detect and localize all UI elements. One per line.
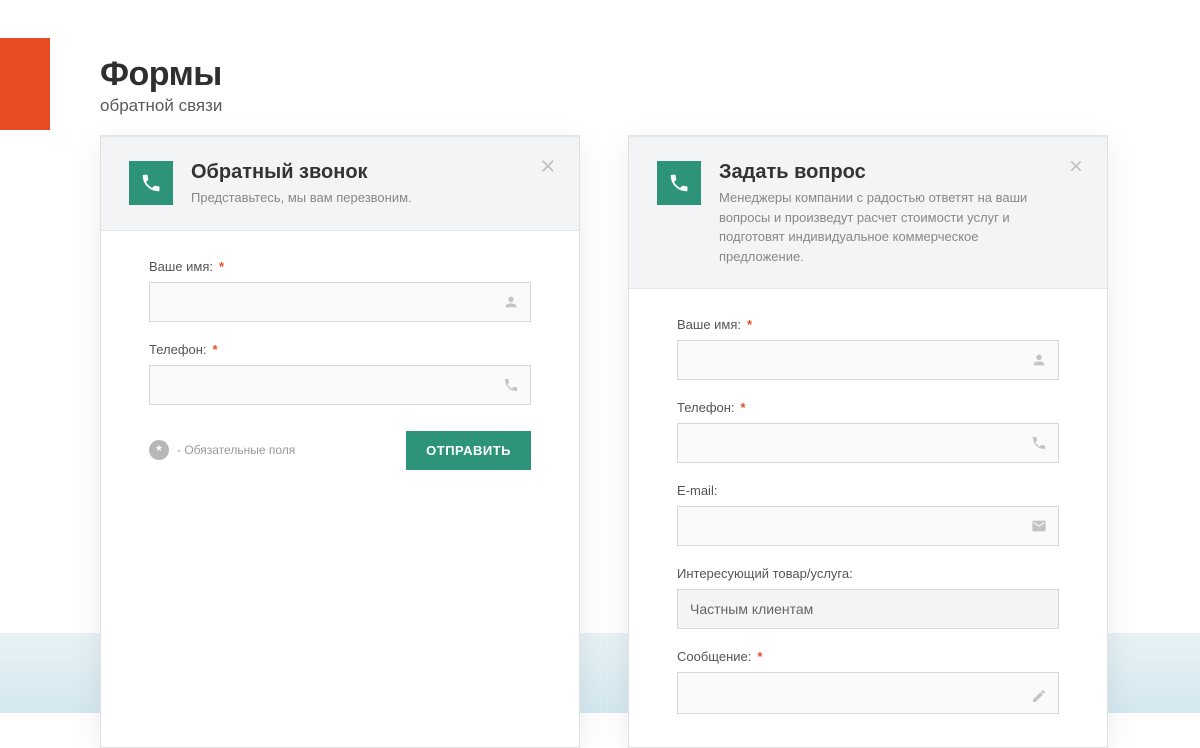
- close-button[interactable]: [539, 157, 559, 177]
- close-icon: [1067, 157, 1085, 175]
- message-field: Сообщение: *: [677, 649, 1059, 719]
- callback-header: Обратный звонок Представьтесь, мы вам пе…: [101, 137, 579, 231]
- message-label: Сообщение:: [677, 649, 751, 664]
- required-note-text: - Обязательные поля: [177, 443, 295, 457]
- phone-label: Телефон:: [149, 342, 207, 357]
- name-label: Ваше имя:: [149, 259, 213, 274]
- question-form: Задать вопрос Менеджеры компании с радос…: [628, 135, 1108, 748]
- user-icon: [503, 294, 519, 310]
- phone-icon: [657, 161, 701, 205]
- name-label: Ваше имя:: [677, 317, 741, 332]
- required-mark: *: [213, 342, 218, 357]
- close-icon: [539, 157, 557, 175]
- required-note: * - Обязательные поля: [149, 440, 295, 460]
- accent-block: [0, 38, 50, 130]
- question-header: Задать вопрос Менеджеры компании с радос…: [629, 137, 1107, 289]
- phone-label: Телефон:: [677, 400, 735, 415]
- user-icon: [1031, 352, 1047, 368]
- required-mark: *: [741, 400, 746, 415]
- question-body: Ваше имя: * Телефон: *: [629, 289, 1107, 747]
- required-mark: *: [747, 317, 752, 332]
- asterisk-badge: *: [149, 440, 169, 460]
- required-mark: *: [219, 259, 224, 274]
- page-title: Формы: [100, 55, 222, 94]
- callback-form: Обратный звонок Представьтесь, мы вам пе…: [100, 135, 580, 748]
- phone-field: Телефон: *: [149, 342, 531, 405]
- phone-icon: [129, 161, 173, 205]
- pencil-icon: [1031, 688, 1047, 704]
- required-mark: *: [757, 649, 762, 664]
- callback-body: Ваше имя: * Телефон: *: [101, 231, 579, 498]
- name-input[interactable]: [149, 282, 531, 322]
- interest-label: Интересующий товар/услуга:: [677, 566, 853, 581]
- phone-input[interactable]: [677, 423, 1059, 463]
- question-subtitle: Менеджеры компании с радостью ответят на…: [719, 188, 1049, 266]
- name-input[interactable]: [677, 340, 1059, 380]
- name-field: Ваше имя: *: [149, 259, 531, 322]
- email-label: E-mail:: [677, 483, 717, 498]
- message-textarea[interactable]: [677, 672, 1059, 714]
- callback-subtitle: Представьтесь, мы вам перезвоним.: [191, 188, 412, 208]
- name-field: Ваше имя: *: [677, 317, 1059, 380]
- phone-input[interactable]: [149, 365, 531, 405]
- submit-button[interactable]: ОТПРАВИТЬ: [406, 431, 531, 470]
- phone-field: Телефон: *: [677, 400, 1059, 463]
- email-input[interactable]: [677, 506, 1059, 546]
- phone-small-icon: [1031, 435, 1047, 451]
- phone-small-icon: [503, 377, 519, 393]
- page-subtitle: обратной связи: [100, 96, 222, 116]
- email-field: E-mail:: [677, 483, 1059, 546]
- close-button[interactable]: [1067, 157, 1087, 177]
- interest-value: Частным клиентам: [690, 601, 813, 617]
- callback-title: Обратный звонок: [191, 161, 412, 184]
- interest-select[interactable]: Частным клиентам: [677, 589, 1059, 629]
- page-header: Формы обратной связи: [100, 55, 222, 116]
- interest-field: Интересующий товар/услуга: Частным клиен…: [677, 566, 1059, 629]
- envelope-icon: [1031, 518, 1047, 534]
- question-title: Задать вопрос: [719, 161, 1049, 184]
